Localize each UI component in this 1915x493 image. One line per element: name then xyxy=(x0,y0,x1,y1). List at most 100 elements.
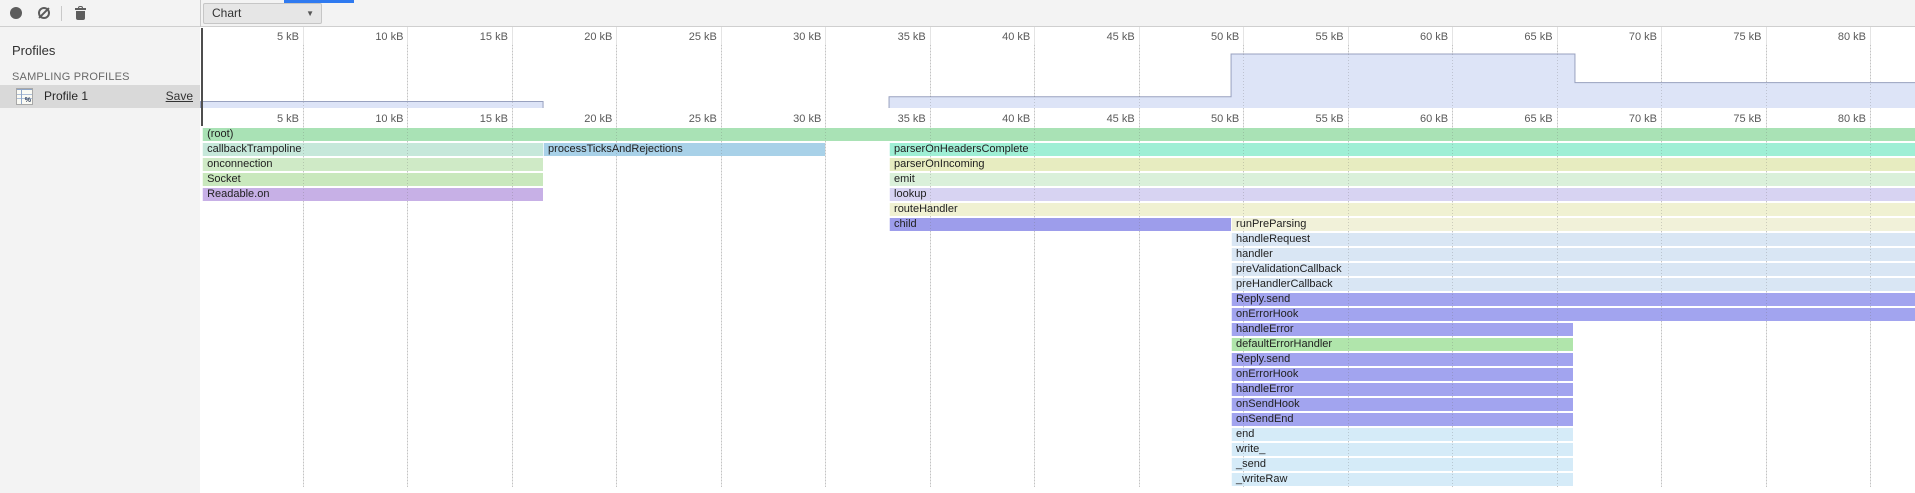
tick-label: 65 kB xyxy=(1487,31,1553,44)
tick-label: 40 kB xyxy=(964,31,1030,44)
tick-label: 55 kB xyxy=(1278,31,1344,44)
flame-bar-onErrorHook[interactable]: onErrorHook xyxy=(1231,308,1915,321)
flame-bar-Reply.send[interactable]: Reply.send xyxy=(1231,353,1573,366)
toolbar: Chart ▼ xyxy=(0,0,1915,27)
gridline-overlay xyxy=(930,45,931,487)
record-profile-button[interactable] xyxy=(3,0,29,26)
tick-label: 35 kB xyxy=(860,31,926,44)
flame-bar-parserOnHeadersComplete[interactable]: parserOnHeadersComplete xyxy=(889,143,1915,156)
tick-label: 20 kB xyxy=(546,31,612,44)
overview-area-fill xyxy=(889,54,1915,108)
flame-bar-parserOnIncoming[interactable]: parserOnIncoming xyxy=(889,158,1915,171)
view-mode-value: Chart xyxy=(212,6,241,20)
tick-label: 65 kB xyxy=(1487,111,1553,127)
gridline-overlay xyxy=(1766,45,1767,487)
flame-bar-Readable.on[interactable]: Readable.on xyxy=(202,188,543,201)
tick-label: 20 kB xyxy=(546,111,612,127)
tick-label: 45 kB xyxy=(1069,111,1135,127)
flame-bar-handleError[interactable]: handleError xyxy=(1231,383,1573,396)
flame-bar-emit[interactable]: emit xyxy=(889,173,1915,186)
gridline-overlay xyxy=(1139,45,1140,487)
tick-label: 10 kB xyxy=(337,31,403,44)
flame-bar-handleError[interactable]: handleError xyxy=(1231,323,1573,336)
trash-icon xyxy=(75,6,86,21)
tick-label: 60 kB xyxy=(1382,111,1448,127)
flame-bar-handler[interactable]: handler xyxy=(1231,248,1915,261)
chevron-down-icon: ▼ xyxy=(306,4,314,23)
sampling-profiles-section-heading: SAMPLING PROFILES xyxy=(12,71,130,83)
tick-label: 70 kB xyxy=(1591,111,1657,127)
flame-bar-preValidationCallback[interactable]: preValidationCallback xyxy=(1231,263,1915,276)
flame-bar-processTicksAndRejections[interactable]: processTicksAndRejections xyxy=(543,143,825,156)
tick-label: 45 kB xyxy=(1069,31,1135,44)
tick-label: 10 kB xyxy=(337,111,403,127)
toolbar-separator xyxy=(61,6,62,21)
flame-bar-child[interactable]: child xyxy=(889,218,1231,231)
flame-bar-runPreParsing[interactable]: runPreParsing xyxy=(1231,218,1915,231)
gridline-overlay xyxy=(825,45,826,487)
tick-label: 40 kB xyxy=(964,111,1030,127)
record-icon xyxy=(10,7,22,19)
tick-label: 25 kB xyxy=(651,31,717,44)
flame-bar-_writeRaw[interactable]: _writeRaw xyxy=(1231,473,1573,486)
profiles-heading: Profiles xyxy=(12,43,55,58)
flame-bar-routeHandler[interactable]: routeHandler xyxy=(889,203,1915,216)
gridline-overlay xyxy=(1348,45,1349,487)
flame-bar-onSendHook[interactable]: onSendHook xyxy=(1231,398,1573,411)
gridline-overlay xyxy=(512,45,513,487)
overview-range-handle[interactable] xyxy=(201,28,203,126)
devtools-profiler-window: Chart ▼ Profiles SAMPLING PROFILES % Pro… xyxy=(0,0,1915,493)
save-profile-link[interactable]: Save xyxy=(166,89,193,103)
tick-label: 50 kB xyxy=(1173,31,1239,44)
tick-label: 50 kB xyxy=(1173,111,1239,127)
allocation-overview-chart[interactable] xyxy=(200,45,1915,108)
gridline-overlay xyxy=(1452,45,1453,487)
tick-label: 30 kB xyxy=(755,31,821,44)
view-mode-select[interactable]: Chart ▼ xyxy=(203,3,322,24)
profile-document-icon: % xyxy=(16,88,33,105)
gridline-overlay xyxy=(1557,45,1558,487)
profile-name: Profile 1 xyxy=(44,89,88,103)
flame-bar-defaultErrorHandler[interactable]: defaultErrorHandler xyxy=(1231,338,1573,351)
flame-bar-onconnection[interactable]: onconnection xyxy=(202,158,543,171)
tick-label: 15 kB xyxy=(442,111,508,127)
chart-panel: 5 kB 10 kB 15 kB 20 kB 25 kB 30 kB 35 kB 40 kB 4… xyxy=(200,27,1915,493)
flame-bar-callbackTrampoline[interactable]: callbackTrampoline xyxy=(202,143,543,156)
gridline-overlay xyxy=(407,45,408,487)
sidebar: Profiles SAMPLING PROFILES % Profile 1 S… xyxy=(0,27,200,493)
flame-bar-onSendEnd[interactable]: onSendEnd xyxy=(1231,413,1573,426)
gridline-overlay xyxy=(1034,45,1035,487)
gridline-overlay xyxy=(303,45,304,487)
tick-label: 55 kB xyxy=(1278,111,1344,127)
tick-label: 60 kB xyxy=(1382,31,1448,44)
flame-bar-lookup[interactable]: lookup xyxy=(889,188,1915,201)
flame-bar-end[interactable]: end xyxy=(1231,428,1573,441)
gridline-overlay xyxy=(721,45,722,487)
tick-label: 35 kB xyxy=(860,111,926,127)
flame-bar-write_[interactable]: write_ xyxy=(1231,443,1573,456)
gridline-overlay xyxy=(1661,45,1662,487)
tick-label: 15 kB xyxy=(442,31,508,44)
flame-bar-_send[interactable]: _send xyxy=(1231,458,1573,471)
flame-bar-root[interactable]: (root) xyxy=(202,128,1915,141)
flame-bar-onErrorHook[interactable]: onErrorHook xyxy=(1231,368,1573,381)
tick-label: 25 kB xyxy=(651,111,717,127)
delete-profile-button[interactable] xyxy=(68,0,94,26)
flame-bar-Socket[interactable]: Socket xyxy=(202,173,543,186)
tick-label: 75 kB xyxy=(1696,111,1762,127)
tick-label: 30 kB xyxy=(755,111,821,127)
flame-bar-handleRequest[interactable]: handleRequest xyxy=(1231,233,1915,246)
overview-area-fill xyxy=(201,102,544,108)
gridline-overlay xyxy=(1243,45,1244,487)
tick-label: 5 kB xyxy=(233,31,299,44)
gridline-overlay xyxy=(616,45,617,487)
flame-bar-Reply.send[interactable]: Reply.send xyxy=(1231,293,1915,306)
clear-profiles-button[interactable] xyxy=(31,0,57,26)
flame-bar-preHandlerCallback[interactable]: preHandlerCallback xyxy=(1231,278,1915,291)
tick-label: 80 kB xyxy=(1800,31,1866,44)
tick-label: 75 kB xyxy=(1696,31,1762,44)
tick-label: 70 kB xyxy=(1591,31,1657,44)
tick-label: 5 kB xyxy=(233,111,299,127)
sidebar-item-profile-1[interactable]: % Profile 1 Save xyxy=(0,85,200,108)
gridline-overlay xyxy=(1870,45,1871,487)
